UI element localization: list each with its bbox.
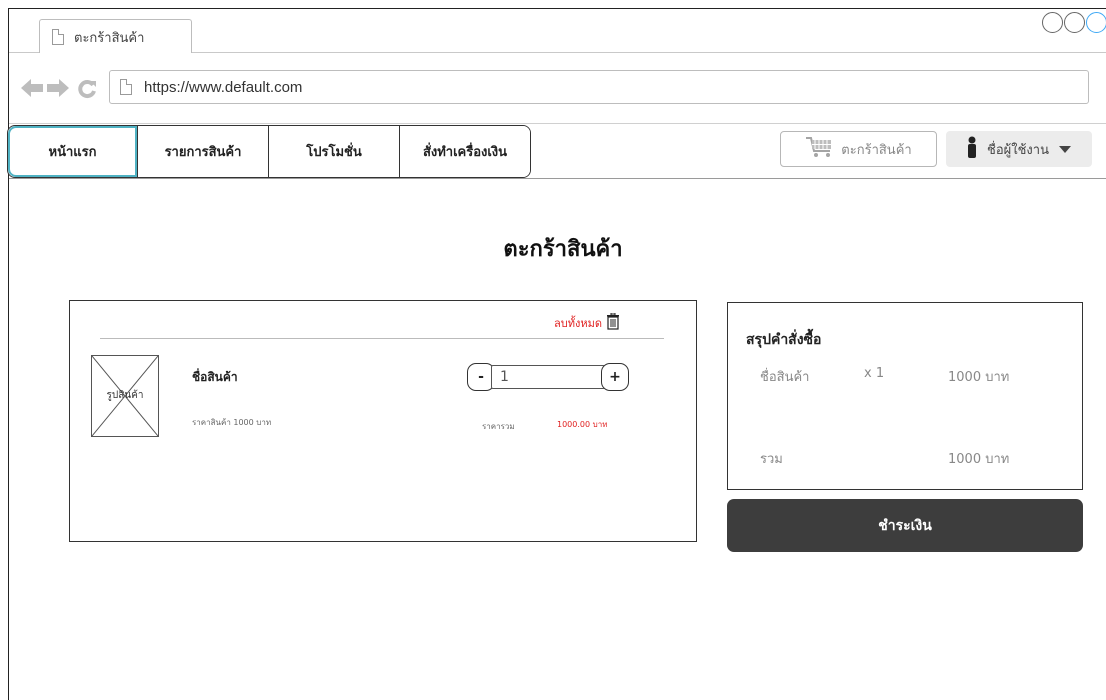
refresh-icon[interactable] [77,79,97,102]
browser-tab[interactable]: ตะกร้าสินค้า [39,19,192,54]
quantity-stepper: - 1 + [467,363,629,391]
cart-label: ตะกร้าสินค้า [841,142,912,158]
product-name: ชื่อสินค้า [192,370,238,384]
tab-title: ตะกร้าสินค้า [74,30,145,46]
summary-item-qty: x 1 [864,366,885,381]
checkout-button[interactable]: ชำระเงิน [727,499,1083,552]
product-image-placeholder: รูปสินค้า [91,355,159,437]
divider [100,338,664,339]
address-bar-row: https://www.default.com [9,53,1106,123]
nav-home[interactable]: หน้าแรก [8,126,137,177]
summary-total-label: รวม [760,452,783,467]
back-arrow-icon[interactable] [21,79,43,100]
line-total-value: 1000.00 บาท [557,420,608,429]
url-page-icon [120,79,132,95]
url-text: https://www.default.com [144,78,303,96]
nav-promotions[interactable]: โปรโมชั่น [268,126,399,177]
page-title: ตะกร้าสินค้า [503,237,623,262]
user-name: ชื่อผู้ใช้งาน [987,142,1049,158]
user-menu-button[interactable]: ชื่อผู้ใช้งาน [946,131,1092,167]
trash-icon [606,312,620,333]
delete-all-label: ลบทั้งหมด [554,317,602,330]
cart-button[interactable]: ตะกร้าสินค้า [780,131,937,167]
increase-quantity-button[interactable]: + [601,363,629,391]
user-icon [967,136,977,162]
summary-item-price: 1000 บาท [948,370,1010,385]
delete-all-button[interactable]: ลบทั้งหมด [554,312,620,333]
line-total-label: ราคารวม [482,422,515,431]
chevron-down-icon [1058,145,1071,153]
nav-products[interactable]: รายการสินค้า [137,126,268,177]
order-summary-panel: สรุปคำสั่งซื้อ ชื่อสินค้า x 1 1000 บาท ร… [727,302,1083,490]
product-price: ราคาสินค้า 1000 บาท [192,418,272,427]
summary-item-name: ชื่อสินค้า [760,370,810,385]
summary-total-value: 1000 บาท [948,452,1010,467]
quantity-input[interactable]: 1 [491,365,605,389]
summary-title: สรุปคำสั่งซื้อ [746,332,822,348]
maximize-button[interactable] [1064,12,1085,33]
minimize-button[interactable] [1042,12,1063,33]
nav-custom-silver[interactable]: สั่งทำเครื่องเงิน [399,126,530,177]
cart-icon [805,136,835,162]
main-menu: หน้าแรก รายการสินค้า โปรโมชั่น สั่งทำเคร… [7,125,531,178]
url-bar[interactable]: https://www.default.com [109,70,1089,104]
window-controls [1042,12,1106,33]
tab-strip: ตะกร้าสินค้า [9,9,1106,54]
product-image-label: รูปสินค้า [106,390,144,401]
forward-arrow-icon[interactable] [47,79,69,100]
page-icon [52,29,64,45]
close-button[interactable] [1086,12,1106,33]
browser-window: ตะกร้าสินค้า https://www.default.com หน้… [7,8,1106,700]
cart-items-panel: ลบทั้งหมด รูปสินค้า ชื่อสินค้า ราคาสินค้… [69,300,697,542]
site-navbar: หน้าแรก รายการสินค้า โปรโมชั่น สั่งทำเคร… [7,123,1106,179]
